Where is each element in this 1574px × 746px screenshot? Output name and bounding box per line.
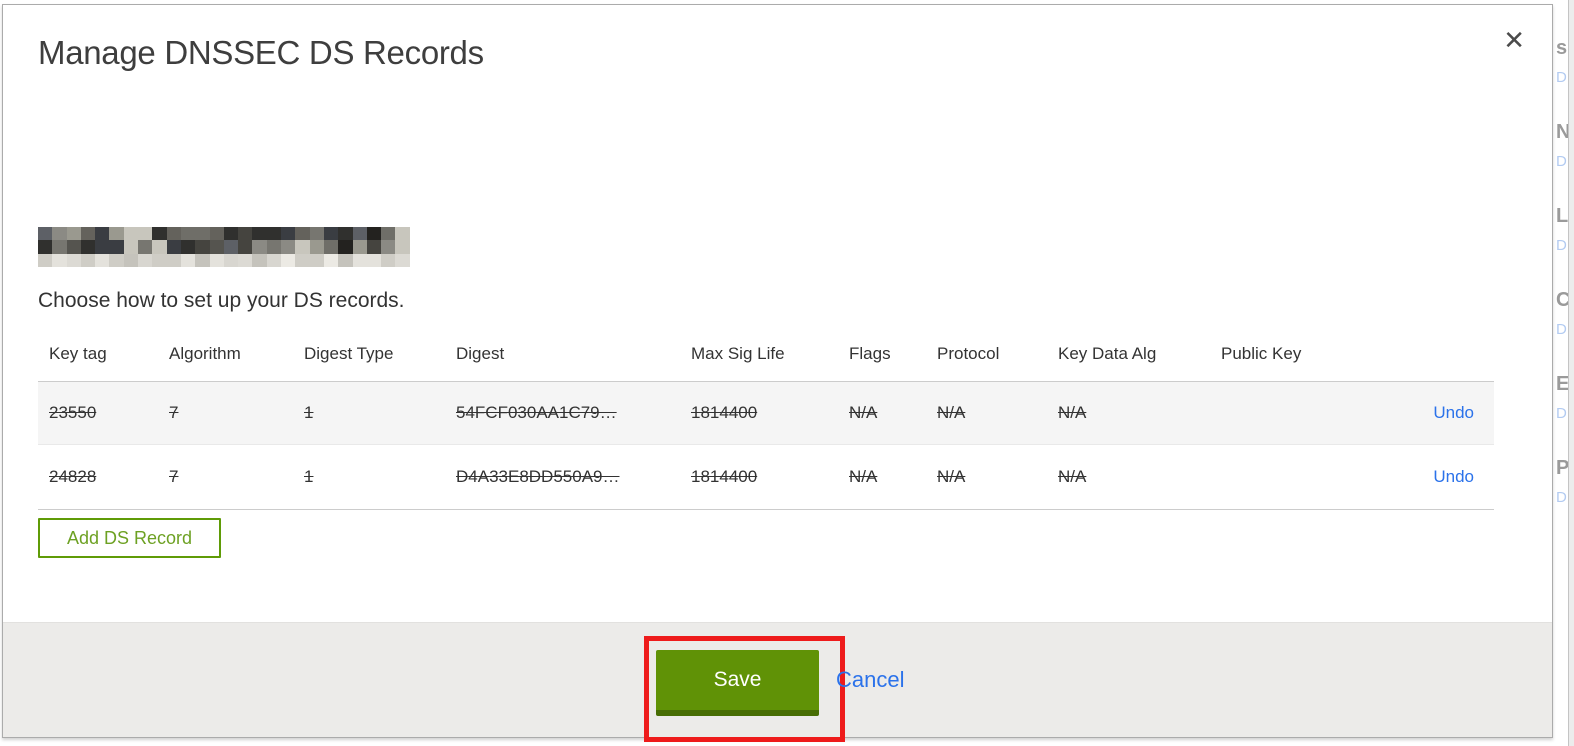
column-header-key-tag: Key tag (49, 344, 107, 363)
column-header-protocol: Protocol (937, 344, 1000, 363)
table-row: 23550 7 1 54FCF030AA1C79… 1814400 N/A N/A N/A Un… (38, 382, 1494, 445)
annotation-highlight-box: Save (644, 636, 845, 742)
column-header-algorithm: Algorithm (169, 344, 241, 363)
subtitle: Choose how to set up your DS records. (38, 289, 405, 312)
page-scrollbar-track[interactable] (1568, 0, 1574, 746)
column-header-digest-type: Digest Type (304, 344, 394, 363)
column-header-key-data-alg: Key Data Alg (1058, 344, 1157, 363)
background-link-fragment: D (1556, 153, 1567, 170)
cell-key-tag: 24828 (49, 467, 97, 486)
save-button[interactable]: Save (656, 650, 819, 716)
cell-digest: D4A33E8DD550A9… (456, 467, 620, 486)
background-link-fragment: D (1556, 321, 1567, 338)
undo-link[interactable]: Undo (1433, 403, 1474, 422)
cell-algorithm: 7 (169, 467, 179, 486)
column-header-max-sig-life: Max Sig Life (691, 344, 785, 363)
cell-algorithm: 7 (169, 403, 179, 422)
background-text-fragment: s (1556, 37, 1568, 59)
undo-link[interactable]: Undo (1433, 467, 1474, 486)
column-header-public-key: Public Key (1221, 344, 1302, 363)
cell-protocol: N/A (937, 403, 966, 422)
dnssec-ds-records-modal: Manage DNSSEC DS Records ✕ Choose how to… (2, 4, 1553, 742)
add-ds-record-button[interactable]: Add DS Record (38, 518, 222, 558)
redacted-domain-name (38, 227, 410, 267)
cell-flags: N/A (849, 403, 878, 422)
background-link-fragment: D (1556, 69, 1567, 86)
cell-digest-type: 1 (304, 467, 314, 486)
background-link-fragment: D (1556, 237, 1567, 254)
cell-key-tag: 23550 (49, 403, 97, 422)
modal-footer: Save Cancel (3, 622, 1552, 742)
cell-key-data-alg: N/A (1058, 403, 1087, 422)
cell-digest-type: 1 (304, 403, 314, 422)
background-link-fragment: D (1556, 489, 1567, 506)
cell-protocol: N/A (937, 467, 966, 486)
cell-max-sig-life: 1814400 (691, 467, 758, 486)
page-title: Manage DNSSEC DS Records (38, 34, 484, 71)
cancel-link[interactable]: Cancel (836, 667, 904, 693)
table-header-row: Key tag Algorithm Digest Type Digest Max Sig… (38, 327, 1494, 382)
table-row: 24828 7 1 D4A33E8DD550A9… 1814400 N/A N/A N/A Un… (38, 445, 1494, 510)
cell-key-data-alg: N/A (1058, 467, 1087, 486)
close-icon[interactable]: ✕ (1503, 27, 1525, 53)
ds-records-table: Key tag Algorithm Digest Type Digest Max Sig… (38, 327, 1494, 510)
column-header-digest: Digest (456, 344, 505, 363)
column-header-flags: Flags (849, 344, 891, 363)
cell-digest: 54FCF030AA1C79… (456, 403, 617, 422)
cell-max-sig-life: 1814400 (691, 403, 758, 422)
cell-flags: N/A (849, 467, 878, 486)
background-text-fragment: L (1556, 205, 1569, 227)
background-link-fragment: D (1556, 405, 1567, 422)
